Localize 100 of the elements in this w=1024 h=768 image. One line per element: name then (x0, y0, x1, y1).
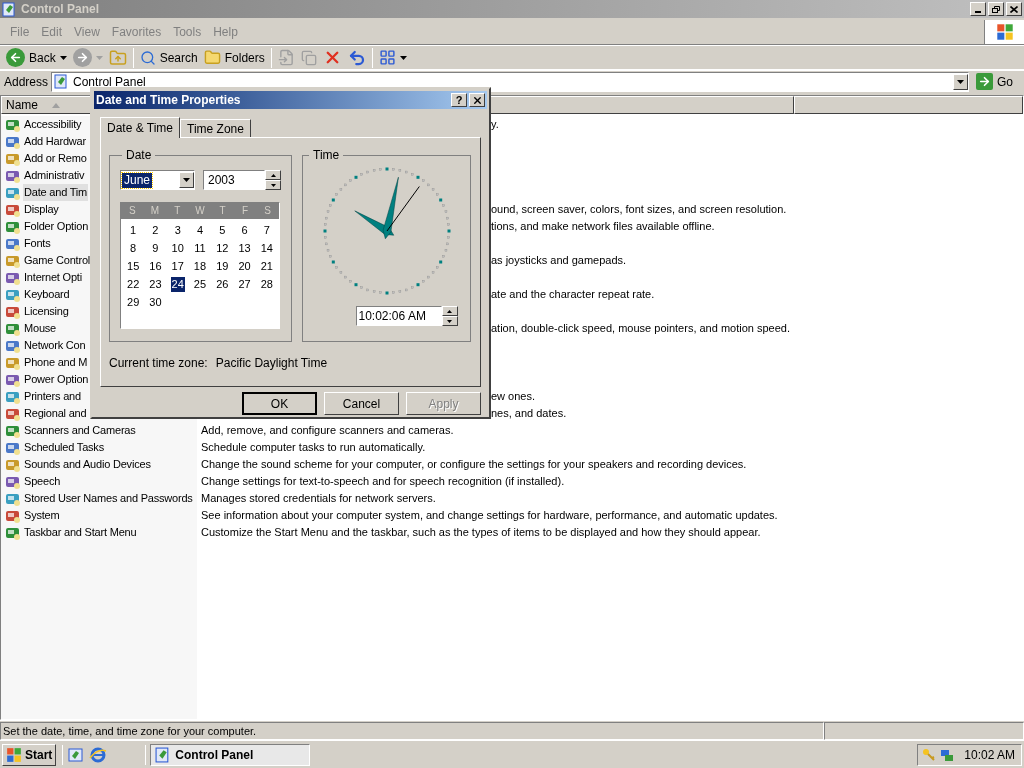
sort-arrow-icon (52, 102, 60, 108)
browser-icon[interactable] (89, 745, 108, 764)
calendar-day[interactable]: 10 (170, 240, 185, 256)
back-button[interactable]: Back (3, 46, 70, 69)
calendar-day[interactable]: 23 (148, 276, 163, 292)
calendar-day[interactable]: 5 (218, 222, 227, 238)
restore-button[interactable] (988, 2, 1004, 16)
calendar-day[interactable]: 21 (259, 258, 274, 274)
time-zone-label: Current time zone: (109, 355, 208, 372)
folder-up-icon (108, 48, 127, 67)
calendar-day[interactable]: 6 (240, 222, 249, 238)
dialog-button[interactable]: Cancel (324, 392, 399, 415)
caret-icon (95, 55, 103, 60)
task-button[interactable]: Control Panel (150, 743, 311, 766)
windows-logo-icon (6, 746, 22, 763)
calendar-day[interactable]: 1 (129, 222, 138, 238)
calendar-day[interactable]: 11 (193, 240, 207, 256)
search-button[interactable]: Search (136, 46, 201, 69)
calendar-day[interactable]: 28 (259, 276, 274, 292)
close-icon (471, 94, 483, 106)
time-zone-value: Pacific Daylight Time (215, 355, 328, 372)
item-description: y. (491, 117, 499, 133)
calendar-day[interactable]: 8 (129, 240, 138, 256)
item-name[interactable]: System (23, 507, 61, 524)
calendar-day[interactable]: 20 (237, 258, 252, 274)
group-label: Time (312, 147, 341, 164)
item-description: ound, screen saver, colors, font sizes, and screen resolution. (491, 202, 787, 218)
item-description: as joysticks and gamepads. (491, 253, 627, 269)
item-name[interactable]: Add or Remo (23, 150, 88, 167)
dialog-button[interactable]: OK (242, 392, 317, 415)
weekday-label: S (127, 204, 137, 218)
month-dropdown[interactable]: June (120, 170, 195, 190)
item-name[interactable]: Date and Tim (23, 184, 89, 201)
calendar-day[interactable]: 24 (170, 276, 185, 292)
move-to-icon (277, 49, 295, 66)
time-spinner[interactable] (441, 306, 458, 326)
item-name[interactable]: Folder Option (23, 218, 90, 235)
calendar-day[interactable]: 15 (126, 258, 141, 274)
calendar-day[interactable]: 29 (126, 294, 141, 310)
weekday-label: S (263, 204, 273, 218)
calendar-day[interactable]: 3 (173, 222, 182, 238)
calendar-day[interactable]: 30 (148, 294, 163, 310)
views-icon (378, 49, 396, 66)
calendar-day[interactable]: 4 (195, 222, 205, 238)
calendar-day[interactable]: 14 (259, 240, 274, 256)
window-title: Control Panel (21, 1, 99, 18)
weekday-label: F (241, 204, 250, 218)
weekday-label: T (173, 204, 182, 218)
calendar-day[interactable]: 25 (192, 276, 208, 292)
item-name[interactable]: Speech (23, 473, 62, 490)
calendar-day[interactable]: 26 (215, 276, 230, 292)
item-description: tions, and make network files available offline. (491, 219, 715, 235)
network-icon[interactable] (940, 747, 955, 762)
address-field[interactable]: Control Panel (51, 71, 969, 92)
item-description: nes, and dates. (491, 406, 567, 422)
column-header[interactable] (794, 96, 1023, 114)
close-button[interactable] (469, 93, 485, 107)
close-button[interactable] (1006, 2, 1022, 16)
item-name[interactable]: Administrativ (23, 167, 86, 184)
folders-button[interactable]: Folders (200, 46, 268, 69)
status-text: Set the date, time, and time zone for your computer. (0, 721, 824, 740)
year-field[interactable]: 2003 (203, 170, 265, 190)
calendar-day[interactable]: 2 (151, 222, 160, 238)
restore-icon (992, 5, 1000, 13)
calendar-day[interactable]: 22 (126, 276, 141, 292)
calendar-day[interactable]: 18 (192, 258, 208, 274)
calendar-day[interactable]: 13 (237, 240, 252, 256)
clock-text: 10:02 AM (963, 746, 1016, 764)
calendar-day[interactable]: 12 (215, 240, 230, 256)
item-name[interactable]: Fonts (23, 235, 52, 252)
go-button[interactable]: Go (972, 71, 1022, 92)
item-description: Customize the Start Menu and the taskbar, such as the types of items to be displayed and how they should appear. (201, 525, 761, 541)
windows-logo-icon (995, 22, 1014, 41)
time-field[interactable]: 10:02:06 AM (355, 306, 442, 326)
group-label: Date (125, 147, 153, 164)
item-description: Change settings for text-to-speech and for speech recognition (if installed). (201, 474, 565, 490)
weekday-label: T (218, 204, 227, 218)
item-name[interactable]: Phone and M (23, 354, 89, 371)
weekday-label: M (149, 204, 160, 218)
item-description: ation, double-click speed, mouse pointers, and motion speed. (491, 321, 790, 337)
item-name[interactable]: Display (23, 201, 60, 218)
item-name[interactable]: Accessibility (23, 116, 83, 133)
calendar-day[interactable]: 9 (151, 240, 160, 256)
help-button[interactable]: ? (451, 93, 467, 107)
year-spinner[interactable] (265, 170, 281, 190)
calendar-day[interactable]: 16 (148, 258, 163, 274)
control-panel-icon (54, 74, 70, 89)
tab[interactable]: Time Zone (180, 119, 251, 137)
calendar-day[interactable]: 19 (215, 258, 230, 274)
desktop-icon[interactable] (67, 745, 86, 764)
minimize-button[interactable] (970, 2, 986, 16)
item-description: ate and the character repeat rate. (491, 287, 655, 303)
folder-icon (203, 49, 221, 66)
caret-icon (399, 55, 407, 60)
calendar-day[interactable]: 27 (237, 276, 252, 292)
calendar-day[interactable]: 7 (262, 222, 271, 238)
item-name[interactable]: Mouse (23, 320, 58, 337)
calendar-day[interactable]: 17 (170, 258, 185, 274)
start-button[interactable]: Start (2, 743, 57, 766)
tab[interactable]: Date & Time (100, 117, 181, 138)
